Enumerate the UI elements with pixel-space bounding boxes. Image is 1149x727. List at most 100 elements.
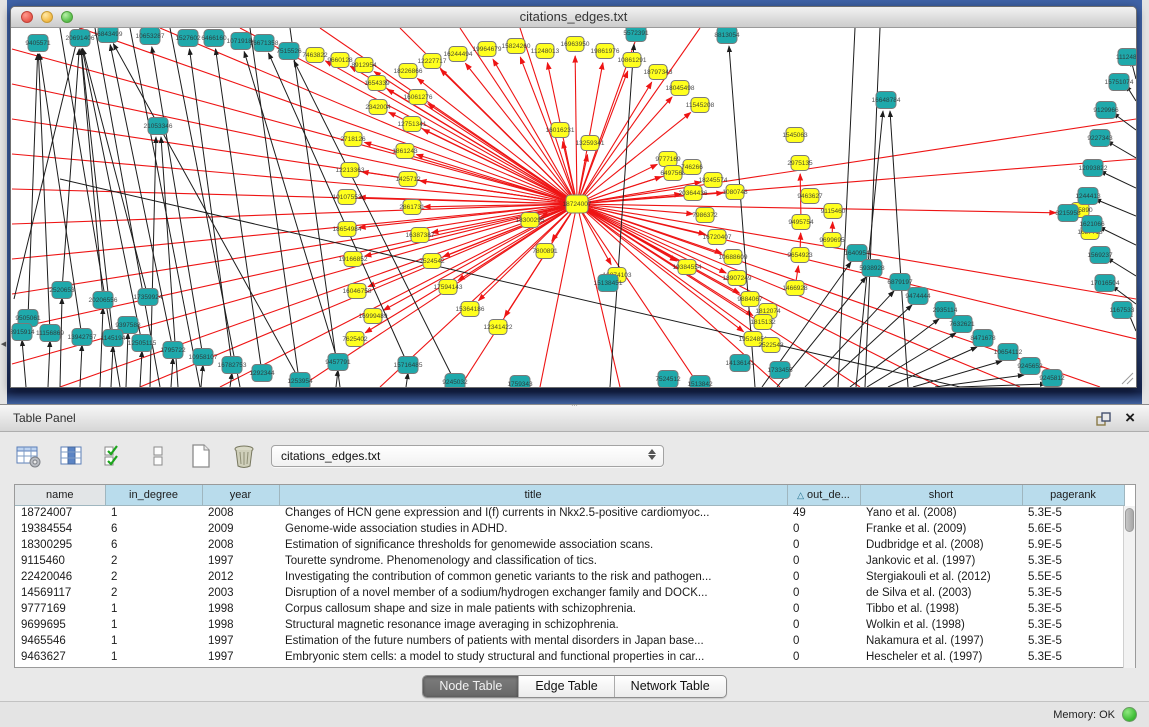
network-node[interactable]: 15364186 [456,302,485,317]
table-cell[interactable]: Tibbo et al. (1998) [860,601,1022,617]
network-node[interactable]: 7800891 [532,244,558,259]
network-node[interactable]: 7986372 [692,208,718,223]
table-cell[interactable]: Changes of HCN gene expression and I(f) … [279,505,787,521]
table-cell[interactable]: 5.5E-5 [1022,569,1124,585]
network-node[interactable]: 12227717 [418,54,447,69]
network-node[interactable]: 5938928 [859,260,885,277]
network-node[interactable]: 1621066 [1079,216,1105,233]
table-cell[interactable]: 5.3E-5 [1022,617,1124,633]
table-cell[interactable]: 6 [105,537,202,553]
column-header[interactable]: title [279,485,787,505]
network-node[interactable]: 2718126 [340,132,366,147]
network-node[interactable]: 2342004 [365,100,391,115]
network-node[interactable]: 2520653 [49,282,75,299]
network-node[interactable]: 7524512 [655,371,681,388]
table-cell[interactable]: 2 [105,553,202,569]
table-cell[interactable]: 9465546 [15,633,105,649]
table-row[interactable]: 977716911998Corpus callosum shape and si… [15,601,1124,617]
network-node[interactable]: 1545063 [782,128,808,143]
table-cell[interactable]: Structural magnetic resonance image aver… [279,617,787,633]
table-vertical-scrollbar[interactable] [1123,506,1135,668]
network-node[interactable]: 19861976 [591,44,620,59]
table-cell[interactable]: Corpus callosum shape and size in male p… [279,601,787,617]
network-node[interactable]: 11545208 [686,98,715,113]
network-node[interactable]: 12213363 [336,163,365,178]
table-header-row[interactable]: namein_degreeyeartitle△out_de...shortpag… [15,485,1124,505]
network-node[interactable]: 1080748 [722,185,748,200]
network-node[interactable]: 1513842 [687,376,713,388]
table-row[interactable]: 1456911722003Disruption of a novel membe… [15,585,1124,601]
table-cell[interactable]: Yano et al. (2008) [860,505,1022,521]
column-header[interactable]: in_degree [105,485,202,505]
table-cell[interactable]: 0 [787,553,860,569]
table-row[interactable]: 1830029562008Estimation of significance … [15,537,1124,553]
network-node[interactable]: 12505115 [128,335,157,352]
table-cell[interactable]: 5.3E-5 [1022,601,1124,617]
network-node[interactable]: 1244413 [1075,188,1101,205]
network-node[interactable]: 16244494 [444,47,473,62]
network-node[interactable]: 7463822 [302,48,328,63]
network-canvas[interactable]: 1872400774638229660128891295416543392342… [11,28,1136,387]
network-node[interactable]: 2522543 [758,338,784,353]
network-node[interactable]: 6466160 [201,30,227,47]
network-node[interactable]: 11248013 [531,44,560,59]
network-view-window[interactable]: citations_edges.txt 18724007746382296601… [10,6,1137,388]
network-node[interactable]: 19384554 [673,260,702,275]
network-node[interactable]: 9245652 [1017,358,1043,375]
table-cell[interactable]: Estimation of the future numbers of pati… [279,633,787,649]
network-node[interactable]: 1112480 [1116,49,1136,66]
network-node[interactable]: 9115460 [821,204,846,219]
table-cell[interactable]: 0 [787,521,860,537]
network-node[interactable]: 16671358 [250,35,279,52]
table-row[interactable]: 2242004622012Investigating the contribut… [15,569,1124,585]
table-cell[interactable]: 0 [787,633,860,649]
table-cell[interactable]: Tourette syndrome. Phenomenology and cla… [279,553,787,569]
network-node[interactable]: 10107553 [333,190,362,205]
table-cell[interactable]: 22420046 [15,569,105,585]
table-cell[interactable]: Embryonic stem cells: a model to study s… [279,649,787,665]
network-node[interactable]: 8813054 [714,28,740,44]
scrollbar-thumb[interactable] [1125,508,1134,532]
table-cell[interactable]: 2008 [202,537,279,553]
table-cell[interactable]: 2012 [202,569,279,585]
network-node[interactable]: 12341422 [484,320,513,335]
table-row[interactable]: 1938455462009Genome-wide association stu… [15,521,1124,537]
network-node[interactable]: 1569237 [1087,247,1113,264]
table-row[interactable]: 946554611997Estimation of the future num… [15,633,1124,649]
table-cell[interactable]: 1997 [202,553,279,569]
table-cell[interactable]: 5.9E-5 [1022,537,1124,553]
table-cell[interactable]: Nakamura et al. (1997) [860,633,1022,649]
network-node[interactable]: 13942757 [68,329,97,346]
network-node[interactable]: 1253954 [287,373,313,388]
network-node[interactable]: 10653287 [136,28,165,45]
table-column-icon[interactable] [57,442,87,470]
network-node[interactable]: 2861731 [399,200,425,215]
panel-divider-grip[interactable]: … [571,403,580,407]
network-node[interactable]: 8215958 [1055,205,1081,222]
network-node[interactable]: 18045498 [666,81,695,96]
network-node[interactable]: 18226866 [394,64,423,79]
column-header[interactable]: pagerank [1022,485,1124,505]
network-node[interactable]: 9129966 [1093,102,1119,119]
network-node[interactable]: 9660128 [327,53,353,68]
table-cell[interactable]: 1997 [202,649,279,665]
table-row[interactable]: 911546021997Tourette syndrome. Phenomeno… [15,553,1124,569]
network-node[interactable]: 6879197 [887,274,913,291]
table-cell[interactable]: 2 [105,585,202,601]
network-node[interactable]: 9227343 [1087,130,1113,147]
table-cell[interactable]: 9463627 [15,649,105,665]
table-cell[interactable]: 1 [105,633,202,649]
minimize-traffic-light[interactable] [41,11,53,23]
network-node[interactable]: 14136141 [726,355,755,372]
table-cell[interactable]: 2 [105,569,202,585]
network-node[interactable]: 18797343 [644,65,673,80]
network-node[interactable]: 16963950 [561,37,590,52]
network-node[interactable]: 1145194 [101,330,126,347]
table-row[interactable]: 946362711997Embryonic stem cells: a mode… [15,649,1124,665]
table-select-dropdown[interactable]: citations_edges.txt [271,445,664,467]
table-cell[interactable]: 1 [105,505,202,521]
table-cell[interactable]: 5.6E-5 [1022,521,1124,537]
network-node[interactable]: 3915914 [11,324,35,341]
table-cell[interactable]: 1 [105,649,202,665]
network-node[interactable]: 15824260 [502,39,531,54]
